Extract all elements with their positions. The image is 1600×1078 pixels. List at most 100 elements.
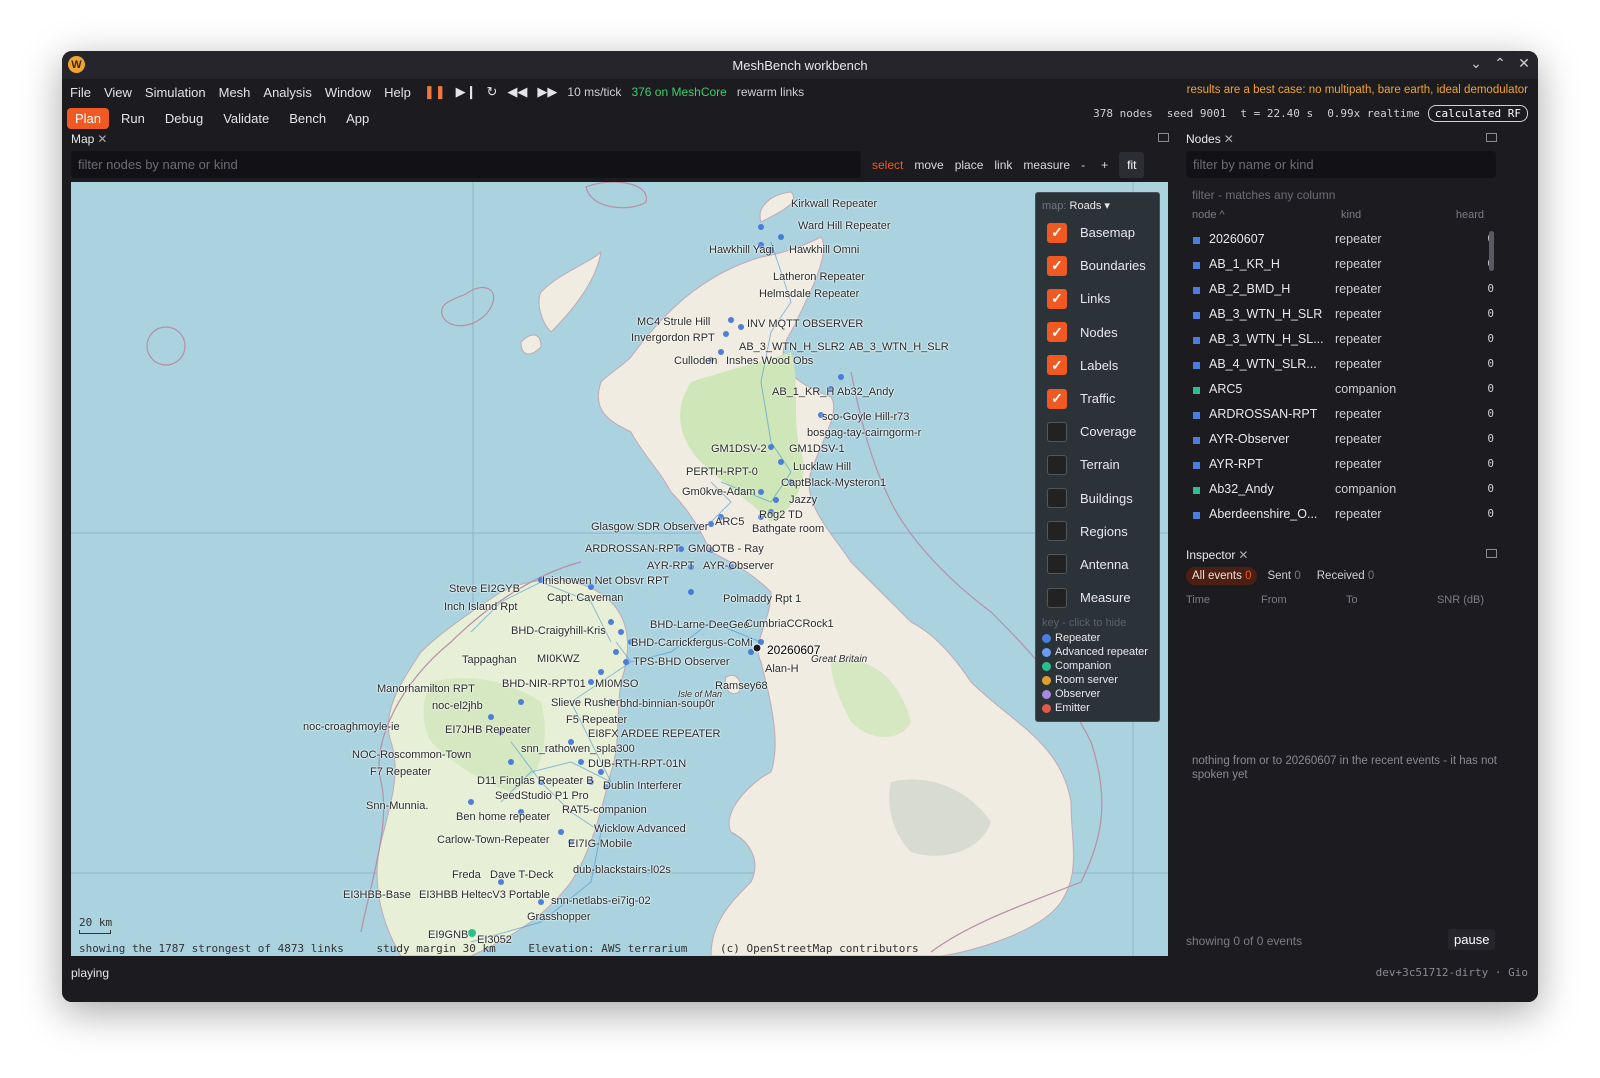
node-label[interactable]: GM1DSV-1 <box>789 443 845 455</box>
node-label[interactable]: Wicklow Advanced <box>594 823 686 835</box>
legend-item[interactable]: Room server <box>1036 673 1159 687</box>
checkbox-icon[interactable] <box>1047 521 1067 542</box>
layer-toggle-labels[interactable]: ✓ Labels <box>1036 349 1159 382</box>
layer-toggle-antenna[interactable]: Antenna <box>1036 548 1159 581</box>
node-label[interactable]: noc-el2jhb <box>432 700 483 712</box>
tab-received[interactable]: Received 0 <box>1311 567 1381 585</box>
rewind-icon[interactable]: ◀◀ <box>507 84 527 100</box>
node-label[interactable]: Lucklaw Hill <box>793 461 851 473</box>
node-label[interactable]: AYR-Observer <box>703 560 774 572</box>
minimize-icon[interactable]: ⌄ <box>1466 55 1486 72</box>
node-label[interactable]: Ab32_Andy <box>837 386 894 398</box>
checkbox-icon[interactable] <box>1047 421 1067 442</box>
mode-bench[interactable]: Bench <box>281 108 334 129</box>
node-label[interactable]: Helmsdale Repeater <box>759 288 859 300</box>
menu-mesh[interactable]: Mesh <box>219 85 251 100</box>
table-row[interactable]: AB_3_WTN_H_SL... repeater 0 <box>1190 328 1496 353</box>
node-label[interactable]: Kirkwall Repeater <box>791 198 877 210</box>
checkbox-checked-icon[interactable]: ✓ <box>1047 288 1067 309</box>
pause-icon[interactable]: ❚❚ <box>424 84 446 100</box>
node-label[interactable]: EI3HBB-Base <box>343 889 411 901</box>
node-label[interactable]: Capt. Caveman <box>547 592 623 604</box>
basemap-selector[interactable]: map: Roads ▾ <box>1036 193 1159 216</box>
node-label[interactable]: ARDROSSAN-RPT <box>585 543 680 555</box>
tab-all-events[interactable]: All events 0 <box>1186 567 1258 585</box>
menu-view[interactable]: View <box>104 85 132 100</box>
node-label[interactable]: SeedStudio P1 Pro <box>495 790 589 802</box>
node-label[interactable]: EI7JHB Repeater <box>445 724 531 736</box>
node-label[interactable]: Hawkhill Yagi <box>709 244 774 256</box>
layer-toggle-traffic[interactable]: ✓ Traffic <box>1036 382 1159 415</box>
node-label[interactable]: Inishowen Net Obsvr RPT <box>542 575 669 587</box>
tool-select[interactable]: select <box>872 158 903 172</box>
layer-toggle-coverage[interactable]: Coverage <box>1036 415 1159 448</box>
node-label[interactable]: Dave T-Deck <box>490 869 553 881</box>
checkbox-checked-icon[interactable]: ✓ <box>1047 255 1067 276</box>
node-label[interactable]: Bathgate room <box>752 523 824 535</box>
node-label[interactable]: Steve EI2GYB <box>449 583 520 595</box>
col-node[interactable]: node ^ <box>1192 209 1225 221</box>
node-label[interactable]: Alan-H <box>765 663 799 675</box>
node-label[interactable]: CaptBlack-Mysteron1 <box>781 477 886 489</box>
node-label[interactable]: Latheron Repeater <box>773 271 865 283</box>
node-label[interactable]: Invergordon RPT <box>631 332 715 344</box>
node-label[interactable]: Manorhamilton RPT <box>377 683 475 695</box>
node-label[interactable]: Inshes Wood Obs <box>726 355 813 367</box>
layer-toggle-nodes[interactable]: ✓ Nodes <box>1036 316 1159 349</box>
node-label[interactable]: AB_3_WTN_H_SLR2 <box>739 341 845 353</box>
nodes-scrollbar[interactable] <box>1489 231 1494 271</box>
node-label[interactable]: Ramsey68 <box>715 680 768 692</box>
menu-simulation[interactable]: Simulation <box>145 85 206 100</box>
tool-move[interactable]: move <box>914 158 943 172</box>
zoom-in-button[interactable]: + <box>1101 158 1108 172</box>
nodes-popout-icon[interactable] <box>1486 133 1497 142</box>
node-label[interactable]: sco-Goyle Hill-r73 <box>822 411 909 423</box>
inspector-popout-icon[interactable] <box>1486 549 1497 558</box>
node-label[interactable]: D11 Finglas Repeater B <box>477 775 594 787</box>
checkbox-icon[interactable] <box>1047 554 1067 575</box>
layer-toggle-links[interactable]: ✓ Links <box>1036 282 1159 315</box>
node-label[interactable]: Carlow-Town-Repeater <box>437 834 550 846</box>
node-label[interactable]: Glasgow SDR Observer <box>591 521 708 533</box>
node-label[interactable]: EI8FX ARDEE REPEATER <box>588 728 720 740</box>
node-label[interactable]: CumbriaCCRock1 <box>745 618 834 630</box>
map-popout-icon[interactable] <box>1158 133 1169 142</box>
node-label[interactable]: AB_3_WTN_H_SLR <box>849 341 949 353</box>
col-kind[interactable]: kind <box>1341 209 1361 221</box>
node-label[interactable]: BHD-Larne-DeeGee <box>650 619 750 631</box>
fit-button[interactable]: fit <box>1119 151 1145 178</box>
checkbox-checked-icon[interactable]: ✓ <box>1047 388 1067 409</box>
tool-measure[interactable]: measure <box>1023 158 1070 172</box>
node-label[interactable]: GM1DSV-2 <box>711 443 767 455</box>
node-label[interactable]: INV MQTT OBSERVER <box>747 318 863 330</box>
mode-app[interactable]: App <box>338 108 377 129</box>
col-from[interactable]: From <box>1261 594 1287 606</box>
node-label[interactable]: noc-croaghmoyle-ie <box>303 721 400 733</box>
node-label[interactable]: GM0OTB - Ray <box>688 543 764 555</box>
node-label[interactable]: snn-netlabs-ei7ig-02 <box>551 895 651 907</box>
node-label[interactable]: TPS-BHD Observer <box>633 656 730 668</box>
mode-plan[interactable]: Plan <box>67 107 110 129</box>
node-label[interactable]: Slieve Rushen <box>551 697 622 709</box>
mode-debug[interactable]: Debug <box>157 108 211 129</box>
map-canvas[interactable]: Kirkwall Repeater Ward Hill Repeater Haw… <box>71 182 1168 956</box>
table-row[interactable]: ARC5 companion 0 <box>1190 378 1496 403</box>
table-row[interactable]: 20260607repeater0 <box>1190 228 1496 253</box>
legend-item[interactable]: Repeater <box>1036 631 1159 645</box>
mode-validate[interactable]: Validate <box>215 108 277 129</box>
layer-toggle-boundaries[interactable]: ✓ Boundaries <box>1036 249 1159 282</box>
node-label[interactable]: F7 Repeater <box>370 766 431 778</box>
node-label[interactable]: bhd-binnian-soup0r <box>620 698 715 710</box>
legend-item[interactable]: Emitter <box>1036 701 1159 715</box>
mode-run[interactable]: Run <box>113 108 153 129</box>
layer-toggle-buildings[interactable]: Buildings <box>1036 482 1159 515</box>
zoom-out-button[interactable]: - <box>1081 158 1085 172</box>
table-row[interactable]: AB_3_WTN_H_SLR repeater 0 <box>1190 303 1496 328</box>
tool-place[interactable]: place <box>955 158 984 172</box>
close-icon[interactable]: ✕ <box>1514 55 1534 72</box>
checkbox-checked-icon[interactable]: ✓ <box>1047 322 1067 343</box>
step-icon[interactable]: ▶❙ <box>456 84 477 100</box>
node-label[interactable]: Culloden <box>674 355 717 367</box>
tab-sent[interactable]: Sent 0 <box>1261 567 1306 585</box>
node-label[interactable]: MI0KWZ <box>537 653 580 665</box>
